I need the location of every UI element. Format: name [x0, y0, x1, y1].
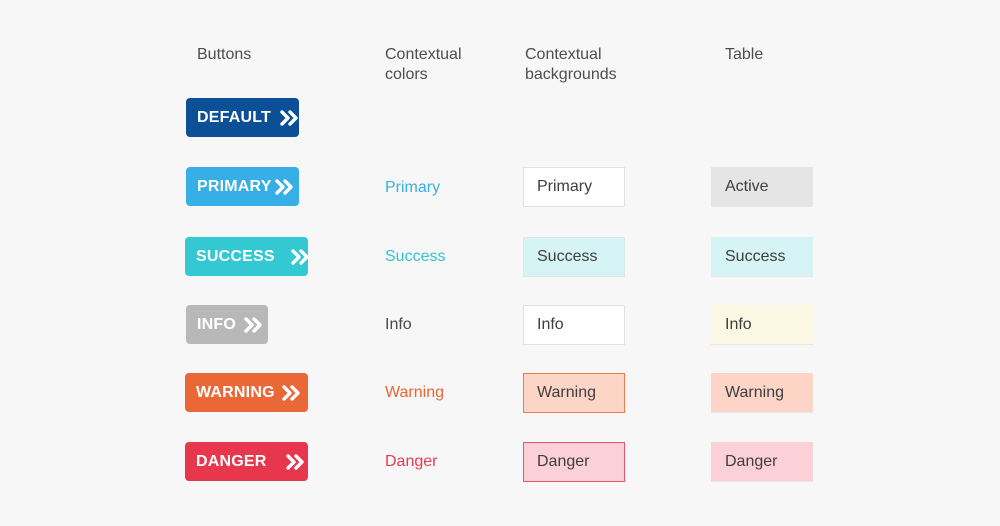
header-buttons: Buttons — [197, 45, 251, 65]
contextual-color-primary: Primary — [385, 178, 440, 198]
contextual-background-danger-label: Danger — [537, 453, 590, 470]
contextual-color-warning: Warning — [385, 383, 444, 403]
contextual-background-info: Info — [523, 305, 625, 345]
contextual-background-warning: Warning — [523, 373, 625, 413]
danger-button[interactable]: DANGER — [185, 442, 308, 481]
success-button[interactable]: SUCCESS — [185, 237, 309, 276]
table-row-info-label: Info — [725, 316, 752, 333]
header-buttons-label: Buttons — [197, 46, 252, 63]
contextual-color-success: Success — [385, 247, 445, 267]
warning-button[interactable]: WARNING — [185, 373, 308, 412]
style-guide: Buttons Contextual colors Contextual bac… — [0, 0, 1000, 526]
table-row-active: Active — [711, 167, 813, 207]
info-button-label: INFO — [197, 315, 237, 333]
header-table: Table — [725, 45, 763, 65]
contextual-color-info: Info — [385, 315, 412, 335]
warning-button-label: WARNING — [196, 383, 275, 401]
contextual-background-info-label: Info — [537, 316, 564, 333]
table-row-info: Info — [711, 305, 813, 345]
contextual-background-primary: Primary — [523, 167, 625, 207]
table-row-danger-label: Danger — [725, 453, 778, 470]
double-chevron-right-icon — [282, 384, 300, 401]
header-contextual-colors-line2: colors — [385, 66, 428, 83]
table-row-warning: Warning — [711, 373, 813, 413]
default-button[interactable]: DEFAULT — [186, 98, 299, 137]
header-table-label: Table — [725, 46, 764, 63]
contextual-color-primary-label: Primary — [385, 179, 441, 196]
header-contextual-colors-line1: Contextual — [385, 46, 462, 63]
primary-button-label: PRIMARY — [197, 177, 272, 195]
danger-button-label: DANGER — [196, 452, 267, 470]
contextual-color-danger: Danger — [385, 452, 437, 472]
info-button[interactable]: INFO — [186, 305, 268, 344]
contextual-color-danger-label: Danger — [385, 453, 438, 470]
double-chevron-right-icon — [244, 316, 262, 333]
table-row-success: Success — [711, 237, 813, 277]
double-chevron-right-icon — [285, 453, 304, 470]
double-chevron-right-icon — [280, 109, 298, 126]
contextual-background-danger: Danger — [523, 442, 625, 482]
table-row-danger: Danger — [711, 442, 813, 482]
header-contextual-backgrounds: Contextual backgrounds — [525, 45, 617, 85]
contextual-background-primary-label: Primary — [537, 178, 593, 195]
contextual-color-success-label: Success — [385, 248, 446, 265]
header-contextual-colors: Contextual colors — [385, 45, 462, 85]
double-chevron-right-icon — [274, 178, 293, 195]
header-contextual-backgrounds-line1: Contextual — [525, 46, 602, 63]
contextual-background-warning-label: Warning — [537, 384, 596, 401]
contextual-background-success-label: Success — [537, 248, 598, 265]
contextual-background-success: Success — [523, 237, 625, 277]
default-button-label: DEFAULT — [197, 108, 271, 126]
contextual-color-warning-label: Warning — [385, 384, 444, 401]
double-chevron-right-icon — [291, 248, 309, 265]
success-button-label: SUCCESS — [196, 247, 275, 265]
table-row-warning-label: Warning — [725, 384, 784, 401]
primary-button[interactable]: PRIMARY — [186, 167, 299, 206]
table-row-active-label: Active — [725, 178, 769, 195]
contextual-color-info-label: Info — [385, 316, 412, 333]
header-contextual-backgrounds-line2: backgrounds — [525, 66, 617, 83]
table-row-success-label: Success — [725, 248, 786, 265]
